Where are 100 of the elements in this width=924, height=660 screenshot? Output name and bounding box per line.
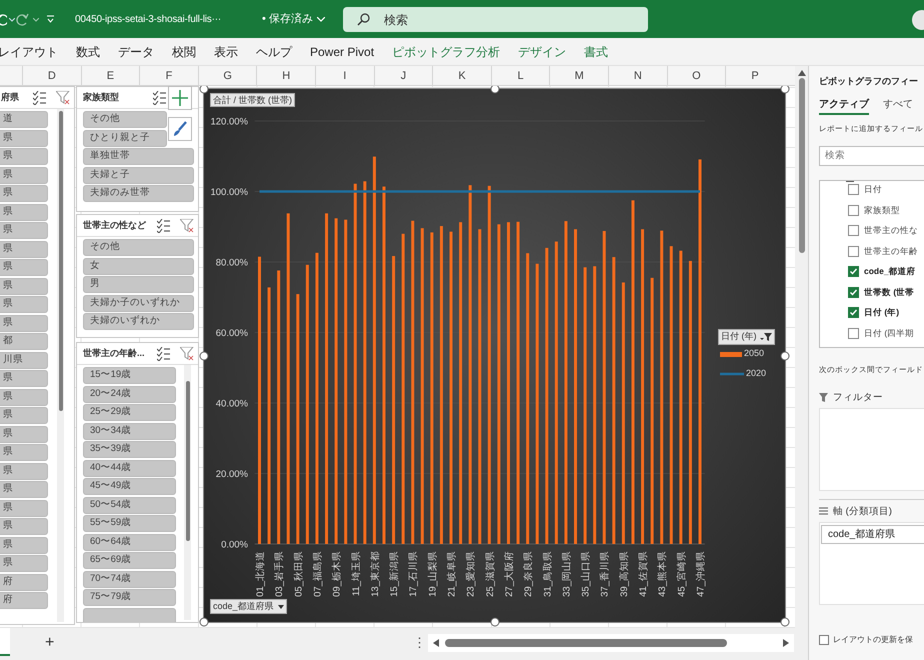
ribbon-tab[interactable]: ピボットグラフ分析 [392,42,500,60]
tab-options-handle[interactable]: ⋮ [413,634,426,652]
resize-handle[interactable] [200,86,208,94]
slicer-item[interactable]: 夫婦か子のいずれか [83,294,194,312]
slicer-item[interactable]: 府 [0,574,48,590]
checkbox[interactable] [848,225,859,236]
ribbon-tab[interactable]: レイアウト [0,42,58,60]
multi-select-icon[interactable] [157,218,170,232]
slicer-item[interactable]: 40〜44歳 [83,460,176,476]
clear-filter-icon[interactable] [180,346,194,360]
slicer-item[interactable]: ひとり親と子 [83,130,167,146]
slicer-item[interactable]: 県 [0,185,48,202]
checkbox[interactable] [848,307,859,318]
slicer-item[interactable]: 県 [0,536,48,554]
slicer-item[interactable]: その他 [83,111,167,128]
slicer-item[interactable]: 県 [0,407,48,424]
slicer-item[interactable]: 県 [0,426,48,442]
slicer-item[interactable]: 55〜59歳 [83,515,176,532]
slicer-item[interactable]: 府 [0,592,48,609]
slicer-item[interactable]: 50〜54歳 [83,496,176,514]
slicer-item[interactable]: 川県 [0,352,48,368]
scroll-right-icon[interactable] [783,639,789,647]
checkbox[interactable] [848,266,859,277]
value-field-button[interactable]: 合計 / 世帯数 (世帯) [210,93,295,107]
slicer-item[interactable]: 県 [0,130,48,146]
scrollbar-thumb[interactable] [58,111,62,411]
checkbox[interactable] [819,635,829,645]
horizontal-scrollbar[interactable] [428,634,794,652]
brush-icon[interactable] [171,120,189,138]
slicer-item[interactable]: 男 [83,276,194,293]
clear-filter-icon[interactable] [56,90,70,104]
checkbox[interactable] [848,184,859,195]
slicer-item[interactable]: 県 [0,222,48,239]
customize-icon[interactable] [47,15,54,23]
slicer-item[interactable]: 県 [0,314,48,332]
scrollbar-thumb[interactable] [445,639,727,647]
slicer-item[interactable]: 単独世帯 [83,148,194,165]
slicer-item[interactable]: 女 [83,258,194,274]
checkbox[interactable] [848,246,859,256]
slicer-item[interactable]: 県 [0,204,48,220]
sheet-tab[interactable] [0,628,10,656]
plus-icon[interactable] [171,89,189,107]
add-sheet-button[interactable]: + [45,633,54,653]
slicer-item[interactable]: 県 [0,370,48,387]
clear-filter-icon[interactable] [180,218,194,232]
slicer-item[interactable]: 70〜74歳 [83,570,176,588]
slicer-item[interactable]: その他 [83,239,194,256]
slicer-item[interactable]: 県 [0,500,48,516]
resize-handle[interactable] [200,351,208,360]
legend-field-button[interactable]: 日付 (年) [718,329,774,345]
pane-tab[interactable]: すべて [883,96,913,114]
caret-icon[interactable] [33,18,39,22]
multi-select-icon[interactable] [157,346,170,360]
slicer-item[interactable]: 65〜69歳 [83,552,176,569]
slicer-item[interactable]: 夫婦のみ世帯 [83,185,194,202]
slicer-item[interactable]: 県 [0,481,48,498]
resize-handle[interactable] [780,351,790,360]
resize-handle[interactable] [780,86,790,94]
slicer-item[interactable]: 県 [0,166,48,184]
slicer-item[interactable]: 夫婦のいずれか [83,313,194,330]
slicer-item[interactable]: 都 [0,333,48,350]
slicer-item[interactable]: 県 [0,278,48,294]
slicer-item[interactable]: 30〜34歳 [83,422,176,440]
ribbon-tab[interactable]: 校閲 [172,42,196,60]
multi-select-icon[interactable] [153,90,166,104]
ribbon-tab[interactable]: 書式 [584,42,608,60]
resize-handle[interactable] [490,618,499,626]
area-item[interactable]: code_都道府県 [821,525,924,544]
slicer-item[interactable]: 県 [0,240,48,258]
ribbon-tab[interactable]: Power Pivot [310,42,374,60]
resize-handle[interactable] [200,618,208,626]
axis-field-button[interactable]: code_都道府県 [210,599,287,614]
slicer-item[interactable]: 夫婦と子 [83,166,194,184]
ribbon-tab[interactable]: デザイン [518,42,566,60]
slicer-item[interactable]: 県 [0,388,48,406]
scroll-up-icon[interactable] [798,70,806,76]
checkbox[interactable] [848,328,859,338]
slicer-item[interactable]: 県 [0,296,48,313]
caret-icon[interactable] [9,18,15,22]
slicer-item[interactable]: 35〜39歳 [83,441,176,458]
save-status[interactable]: • 保存済み [262,11,325,28]
ribbon-tab[interactable]: データ [118,42,154,60]
ribbon-tab[interactable]: ヘルプ [256,42,292,60]
slicer-item[interactable]: 県 [0,462,48,480]
redo-icon[interactable] [16,12,29,26]
resize-handle[interactable] [490,86,499,94]
checkbox[interactable] [848,204,859,216]
slicer-item[interactable]: 20〜24歳 [83,386,176,402]
slicer-item[interactable]: 15〜19歳 [83,367,176,384]
search-field[interactable]: 検索 [343,7,648,32]
slicer-item[interactable]: 県 [0,518,48,535]
field-search[interactable]: 検索 [819,146,924,166]
slicer-item[interactable]: 25〜29歳 [83,404,176,421]
slicer-item[interactable]: 道 [0,111,48,128]
multi-select-icon[interactable] [33,90,46,104]
scroll-left-icon[interactable] [433,639,439,647]
slicer-item[interactable]: 60〜64歳 [83,534,176,550]
scrollbar-thumb[interactable] [798,78,804,253]
slicer-item[interactable]: 県 [0,259,48,276]
slicer-item[interactable]: 県 [0,148,48,165]
